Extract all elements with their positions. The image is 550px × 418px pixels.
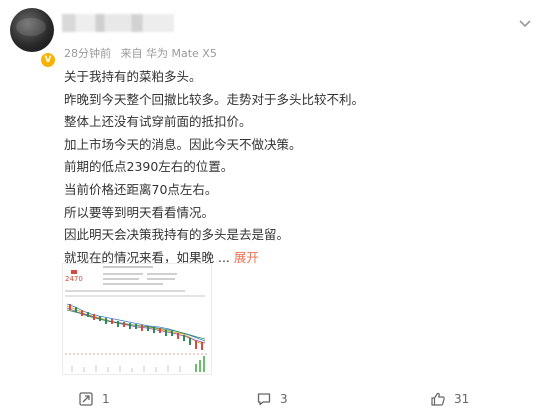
comment-button[interactable]: 3 — [256, 388, 288, 410]
chart-price-label: 2470 — [65, 275, 83, 283]
post-text: 关于我持有的菜粕多头。 昨晚到今天整个回撤比较多。走势对于多头比较不利。 整体上… — [64, 66, 534, 269]
post-line: 当前价格还距离70点左右。 — [64, 181, 218, 197]
post-line: 因此明天会决策我持有的多头是去是留。 — [64, 227, 290, 243]
avatar[interactable] — [10, 8, 54, 52]
username-redacted[interactable] — [62, 14, 174, 32]
post-source: 来自 华为 Mate X5 — [120, 47, 217, 60]
post-line: 前期的低点2390左右的位置。 — [64, 159, 234, 175]
post-line: 昨晚到今天整个回撤比较多。走势对于多头比较不利。 — [64, 91, 365, 107]
repost-icon — [78, 391, 94, 407]
comment-icon — [256, 391, 272, 407]
comment-count: 3 — [280, 392, 288, 406]
chart-screenshot-thumbnail[interactable]: 2470 — [62, 263, 212, 375]
post-card: V 28分钟前 来自 华为 Mate X5 关于我持有的菜粕多头。 昨晚到今天整… — [0, 0, 550, 418]
like-count: 31 — [454, 392, 470, 406]
repost-count: 1 — [102, 392, 110, 406]
post-footer: 1 3 31 — [0, 388, 550, 410]
post-time[interactable]: 28分钟前 — [64, 47, 111, 60]
like-button[interactable]: 31 — [430, 388, 469, 410]
like-icon — [430, 391, 446, 407]
post-line: 关于我持有的菜粕多头。 — [64, 69, 202, 84]
expand-link[interactable]: 展开 — [234, 250, 259, 265]
post-line: 整体上还没有试穿前面的抵扣价。 — [64, 114, 252, 130]
repost-button[interactable]: 1 — [78, 388, 110, 410]
verified-badge-icon: V — [40, 52, 56, 68]
post-line: 加上市场今天的消息。因此今天不做决策。 — [64, 136, 302, 152]
chart-screenshot-graphic: 2470 — [63, 264, 211, 374]
more-icon[interactable] — [518, 14, 532, 28]
post-line: 所以要等到明天看看情况。 — [64, 204, 215, 220]
post-meta: 28分钟前 来自 华为 Mate X5 — [64, 45, 223, 61]
